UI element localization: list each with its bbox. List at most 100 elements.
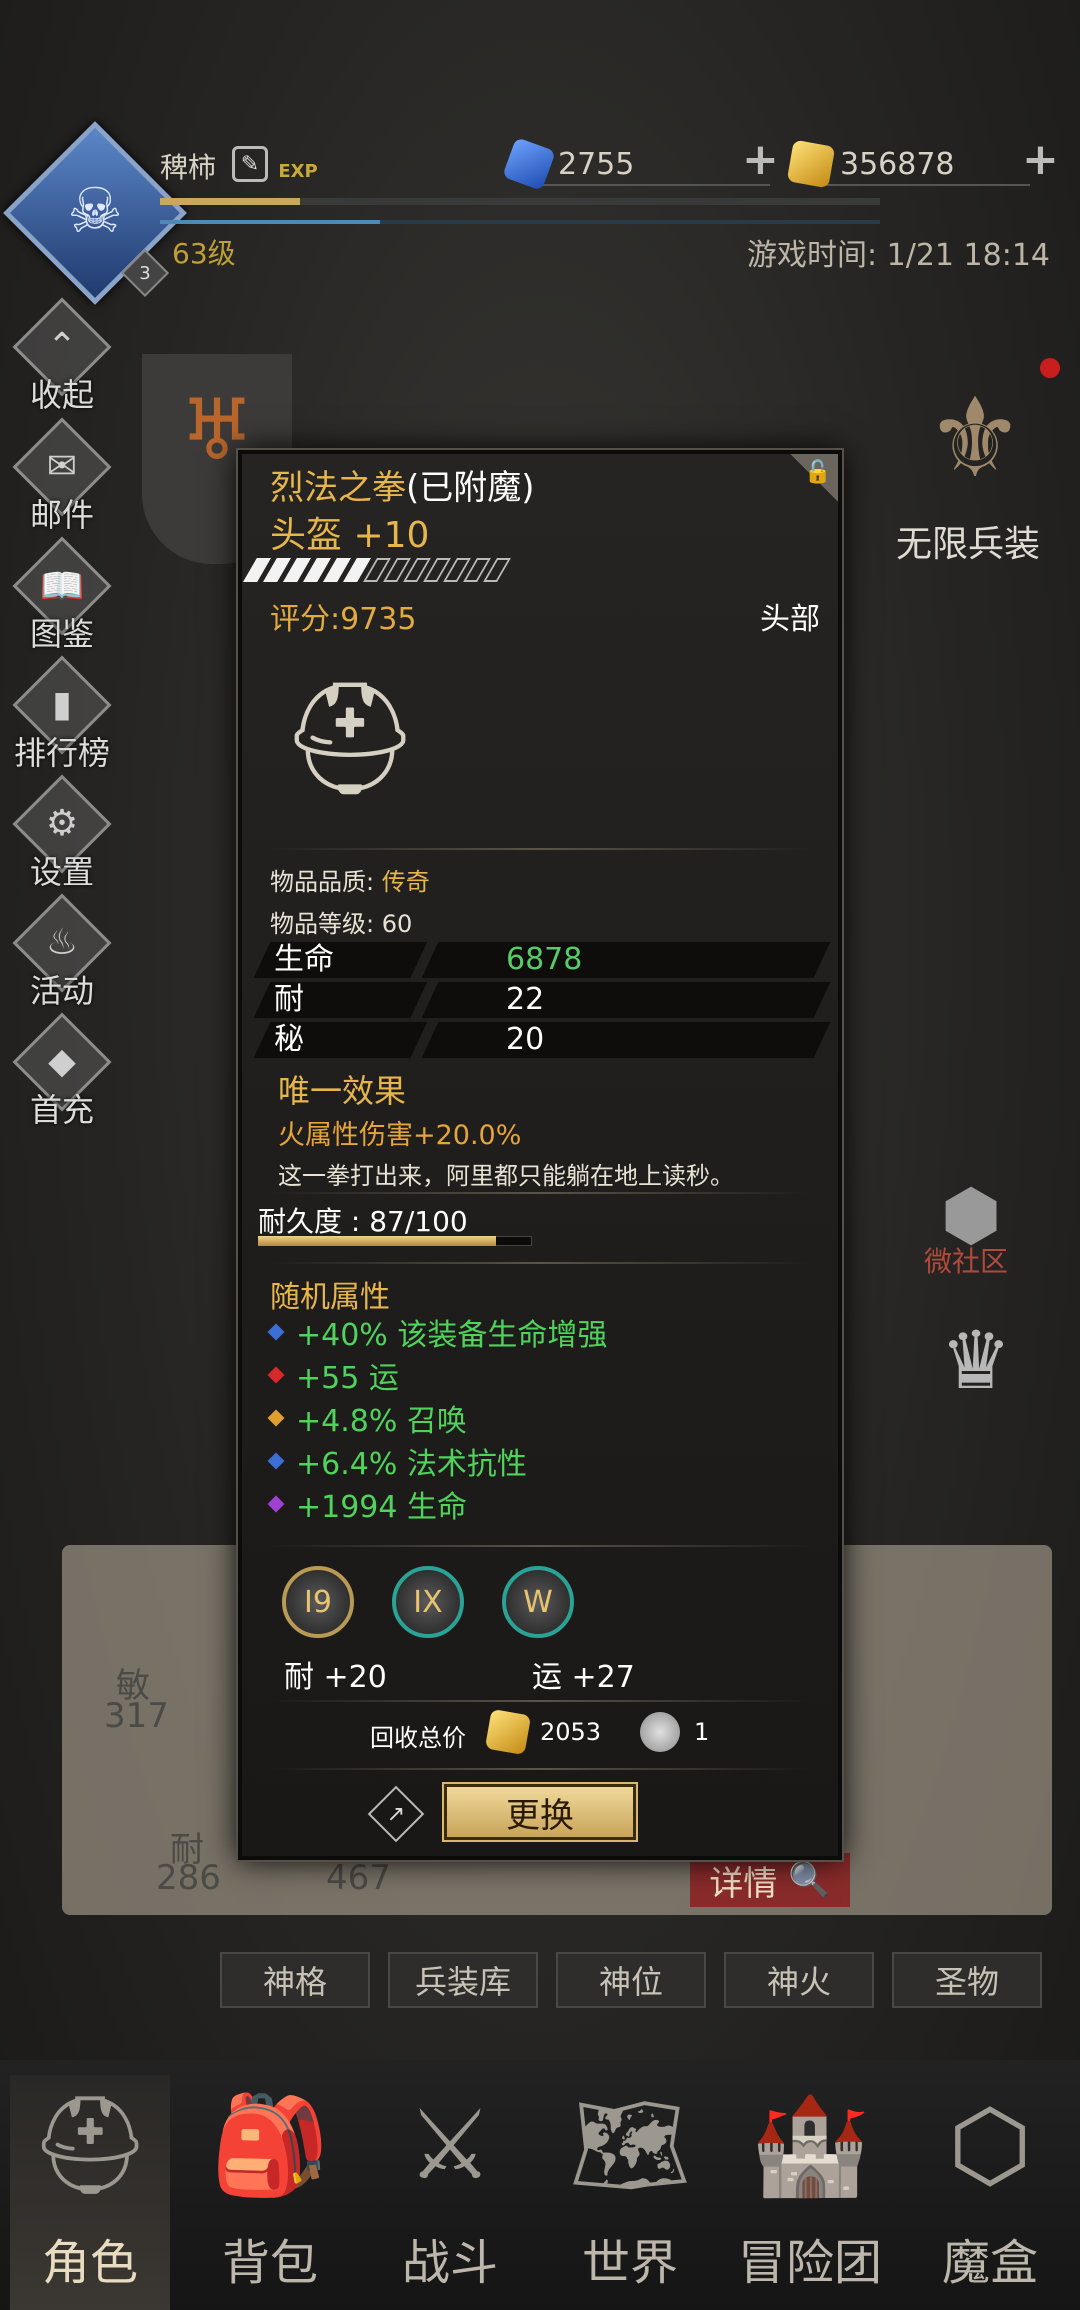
- nav-magic-box[interactable]: ⬡ 魔盒: [910, 2075, 1070, 2293]
- nav-label: 战斗: [401, 2235, 498, 2291]
- end-value: 286: [156, 1858, 221, 1898]
- lock-icon[interactable]: 🔓: [804, 460, 831, 486]
- random-attr-text: +6.4% 法术抗性: [296, 1447, 527, 1482]
- tab-relic[interactable]: 圣物: [892, 1952, 1042, 2008]
- side-menu-label: 首充: [29, 1091, 94, 1129]
- swap-button[interactable]: 更换: [442, 1782, 638, 1842]
- side-menu-label: 收起: [29, 376, 94, 414]
- diamond-currency: 2755: [502, 137, 635, 191]
- divider: [270, 848, 810, 850]
- divider: [270, 1545, 810, 1547]
- cube-icon: ⬡: [948, 2089, 1032, 2201]
- blue-gem-icon: [267, 1452, 285, 1470]
- side-menu-ranking[interactable]: ▮ 排行榜: [10, 655, 114, 774]
- side-menu-mail[interactable]: ✉ 邮件: [10, 417, 114, 536]
- tab-armory[interactable]: 兵装库: [388, 1952, 538, 2008]
- orange-gem-icon: [267, 1409, 285, 1427]
- side-menu-codex[interactable]: 📖 图鉴: [10, 536, 114, 655]
- magnifier-icon: 🔍: [788, 1860, 831, 1900]
- random-attr: +55 运: [267, 1353, 399, 1397]
- divider: [270, 1768, 810, 1770]
- tab-god-rank[interactable]: 神位: [556, 1952, 706, 2008]
- stat-row: 秘 20: [253, 1022, 831, 1058]
- nav-character[interactable]: ⛑ 角色: [10, 2075, 170, 2310]
- random-attr: +6.4% 法术抗性: [267, 1439, 527, 1483]
- side-menu-settings[interactable]: ⚙ 设置: [10, 774, 114, 893]
- recycle-stone-amount: 1: [694, 1718, 710, 1746]
- community-label[interactable]: 微社区: [924, 1240, 1008, 1280]
- stat-name: 秘: [274, 1022, 304, 1057]
- side-menu-collapse[interactable]: ⌃ 收起: [10, 297, 114, 416]
- rune-socket-2[interactable]: IX: [392, 1566, 464, 1638]
- divider: [270, 1700, 810, 1702]
- random-attr: +1994 生命: [267, 1482, 468, 1526]
- item-tooltip-panel: [236, 448, 844, 1862]
- flavor-text: 这一拳打出来，阿里都只能躺在地上读秒。: [278, 1162, 734, 1190]
- gold-currency: 356878: [786, 139, 955, 189]
- side-menu-label: 邮件: [29, 496, 94, 534]
- rune-socket-1[interactable]: I9: [282, 1566, 354, 1638]
- enhance-stars: [243, 558, 680, 582]
- infinite-gear-icon[interactable]: ⚜: [900, 358, 1050, 518]
- item-name: 烈法之拳(已附魔): [270, 460, 535, 509]
- map-icon: 🗺: [569, 2089, 691, 2201]
- share-icon: ↗: [386, 1801, 406, 1827]
- durability-label: 耐久度 : 87/100: [258, 1205, 468, 1238]
- stat-name: 耐: [274, 982, 304, 1017]
- exp-bar-fill: [160, 198, 300, 205]
- side-menu-label: 设置: [29, 853, 94, 891]
- rune-socket-3[interactable]: W: [502, 1566, 574, 1638]
- durability-fill: [258, 1236, 497, 1246]
- random-attr-text: +55 运: [296, 1361, 399, 1396]
- nav-label: 魔盒: [941, 2235, 1038, 2291]
- stat-row: 生命 6878: [253, 942, 831, 978]
- stat-row: 耐 22: [253, 982, 831, 1018]
- unique-effect-text: 火属性伤害+20.0%: [278, 1120, 522, 1151]
- infinite-gear-label[interactable]: 无限兵装: [896, 515, 1040, 567]
- side-menu-label: 排行榜: [13, 734, 110, 772]
- tab-divine-fire[interactable]: 神火: [724, 1952, 874, 2008]
- gold-icon: [786, 139, 836, 189]
- side-menu-label: 活动: [29, 972, 94, 1010]
- side-menu-first-recharge[interactable]: ◆ 首充: [10, 1012, 114, 1131]
- gold-amount: 356878: [840, 146, 955, 182]
- item-title: 烈法之拳: [270, 468, 406, 508]
- helmet-icon: ⛑: [29, 2089, 151, 2201]
- random-attr-text: +1994 生命: [296, 1490, 468, 1525]
- edit-name-icon[interactable]: ✎: [232, 146, 268, 182]
- nav-world[interactable]: 🗺 世界: [550, 2075, 710, 2293]
- item-type-line: 头盔 +10: [270, 515, 430, 556]
- nav-battle[interactable]: ⚔ 战斗: [370, 2075, 530, 2293]
- side-menu-label: 图鉴: [29, 615, 94, 653]
- game-time: 游戏时间: 1/21 18:14: [746, 238, 1050, 273]
- secondary-bar-fill: [160, 220, 380, 224]
- divider: [270, 1262, 810, 1264]
- stat-value: 22: [506, 982, 545, 1017]
- random-attr: +40% 该装备生命增强: [267, 1310, 607, 1354]
- helmet-item-icon: ⛑: [280, 673, 420, 802]
- item-level: 物品等级: 60: [270, 910, 413, 938]
- diamond-amount: 2755: [558, 146, 635, 182]
- crown-icon[interactable]: ♛: [916, 1300, 1036, 1420]
- add-gold-button[interactable]: +: [1022, 134, 1059, 185]
- stat-value: 20: [506, 1022, 545, 1057]
- backpack-icon: 🎒: [210, 2089, 330, 2201]
- quality-value: 传奇: [381, 868, 430, 896]
- nav-adventure-team[interactable]: 🏰 冒险团: [730, 2075, 890, 2293]
- exp-boost-icon[interactable]: EXP: [278, 142, 318, 182]
- recycle-label: 回收总价: [370, 1724, 466, 1752]
- agi-value: 317: [104, 1696, 169, 1736]
- random-attr: +4.8% 召唤: [267, 1396, 467, 1440]
- nav-backpack[interactable]: 🎒 背包: [190, 2075, 350, 2293]
- stat-name: 生命: [274, 942, 334, 977]
- divider: [270, 1192, 810, 1194]
- enchanted-suffix: (已附魔): [406, 468, 535, 508]
- item-score: 评分:9735: [270, 602, 417, 637]
- detail-button[interactable]: 详情 🔍: [690, 1853, 850, 1907]
- add-diamond-button[interactable]: +: [742, 134, 779, 185]
- gold-icon: [484, 1708, 532, 1756]
- recycle-gold-amount: 2053: [540, 1718, 602, 1746]
- side-menu-event[interactable]: ♨ 活动: [10, 893, 114, 1012]
- tab-divinity[interactable]: 神格: [220, 1952, 370, 2008]
- unique-effect-title: 唯一效果: [278, 1072, 407, 1110]
